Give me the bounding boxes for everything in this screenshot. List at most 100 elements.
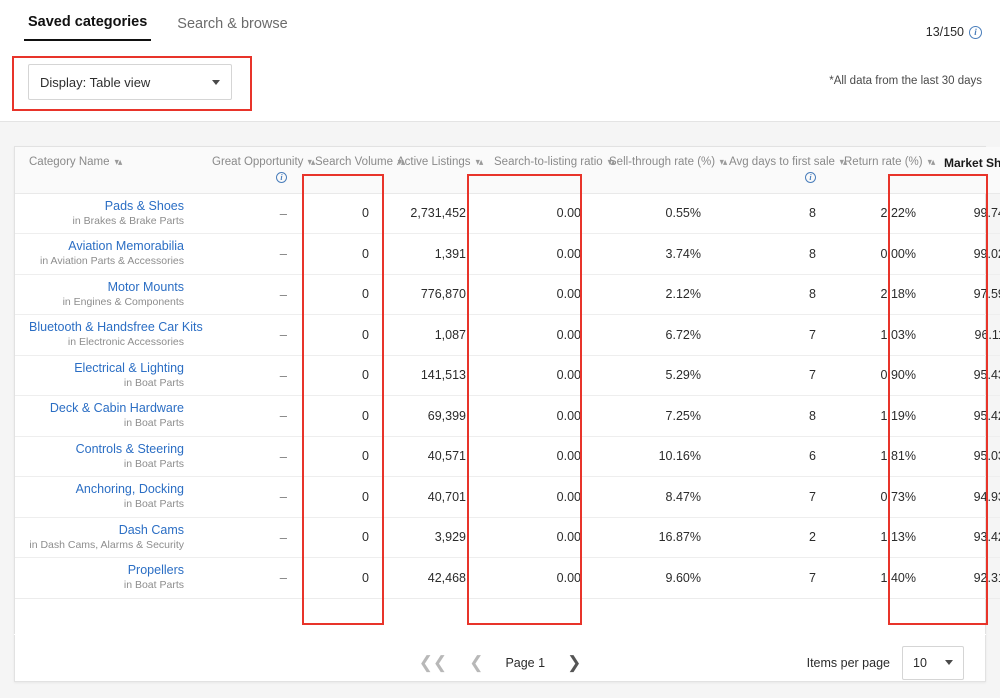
tab-saved-categories[interactable]: Saved categories [24, 10, 151, 41]
cell-active-listings: 1,391 [383, 234, 480, 275]
cell-market-share: 96.11% [930, 315, 1000, 356]
cell-market-share: 99.74% [930, 193, 1000, 234]
first-page-button[interactable]: ❮❮ [419, 654, 448, 671]
header-panel: Saved categories Search & browse 13/150 … [0, 0, 1000, 122]
page-root: Saved categories Search & browse 13/150 … [0, 0, 1000, 698]
col-header-sell-through-rate[interactable]: Sell-through rate (%) ▾▴ [595, 147, 715, 193]
cell-market-share: 95.42% [930, 396, 1000, 437]
col-header-great-opportunity[interactable]: Great Opportunity ▾▴ i [198, 147, 301, 193]
category-link[interactable]: Pads & Shoes [29, 199, 184, 214]
pagination-bar: ❮❮ ❮ Page 1 ❯ Items per page 10 [14, 634, 986, 690]
category-parent: in Aviation Parts & Accessories [29, 254, 184, 268]
cell-great-opportunity: – [198, 396, 301, 437]
cell-sell-through-rate: 2.12% [595, 274, 715, 315]
cell-search-to-listing-ratio: 0.00 [480, 436, 595, 477]
table-row: Pads & Shoesin Brakes & Brake Parts–02,7… [15, 193, 1000, 234]
info-icon[interactable]: i [276, 172, 287, 183]
table-row: Anchoring, Dockingin Boat Parts–040,7010… [15, 477, 1000, 518]
cell-market-share: 95.43% [930, 355, 1000, 396]
counter-value: 13/150 [926, 25, 964, 39]
category-link[interactable]: Electrical & Lighting [29, 361, 184, 376]
cell-sell-through-rate: 6.72% [595, 315, 715, 356]
cell-search-to-listing-ratio: 0.00 [480, 396, 595, 437]
cell-return-rate: 0.00% [830, 234, 930, 275]
table-row: Deck & Cabin Hardwarein Boat Parts–069,3… [15, 396, 1000, 437]
cell-active-listings: 40,571 [383, 436, 480, 477]
col-label: Sell-through rate (%) [609, 156, 715, 168]
category-parent: in Engines & Components [29, 295, 184, 309]
cell-sell-through-rate: 0.55% [595, 193, 715, 234]
cell-avg-days-to-first-sale: 8 [715, 234, 830, 275]
cell-great-opportunity: – [198, 274, 301, 315]
cell-return-rate: 1.81% [830, 436, 930, 477]
sort-arrows-icon[interactable]: ▾▴ [720, 158, 727, 167]
col-header-search-volume[interactable]: Search Volume ▾▴ [301, 147, 383, 193]
sort-arrows-icon[interactable]: ▾▴ [398, 158, 405, 167]
col-label: Search Volume [315, 156, 393, 168]
cell-category: Electrical & Lightingin Boat Parts [15, 355, 198, 396]
sort-arrows-icon[interactable]: ▾▴ [927, 158, 934, 167]
cell-category: Anchoring, Dockingin Boat Parts [15, 477, 198, 518]
col-header-search-to-listing-ratio[interactable]: Search-to-listing ratio ▾▴ [480, 147, 595, 193]
cell-market-share: 94.93% [930, 477, 1000, 518]
cell-avg-days-to-first-sale: 7 [715, 477, 830, 518]
category-link[interactable]: Dash Cams [29, 523, 184, 538]
cell-active-listings: 776,870 [383, 274, 480, 315]
sort-arrows-icon[interactable]: ▾▴ [114, 158, 121, 167]
cell-search-volume: 0 [301, 396, 383, 437]
cell-return-rate: 0.73% [830, 477, 930, 518]
cell-active-listings: 69,399 [383, 396, 480, 437]
col-header-market-share[interactable]: Market Share i [930, 147, 1000, 193]
cell-category: Pads & Shoesin Brakes & Brake Parts [15, 193, 198, 234]
col-header-avg-days-to-first-sale[interactable]: Avg days to first sale ▾▴ i [715, 147, 830, 193]
category-parent: in Boat Parts [29, 416, 184, 430]
table-row: Aviation Memorabiliain Aviation Parts & … [15, 234, 1000, 275]
cell-active-listings: 3,929 [383, 517, 480, 558]
cell-active-listings: 42,468 [383, 558, 480, 599]
info-icon[interactable]: i [969, 26, 982, 39]
category-link[interactable]: Anchoring, Docking [29, 482, 184, 497]
sort-arrows-icon[interactable]: ▾▴ [308, 158, 315, 167]
category-parent: in Dash Cams, Alarms & Security [29, 538, 184, 552]
cell-sell-through-rate: 7.25% [595, 396, 715, 437]
category-link[interactable]: Propellers [29, 563, 184, 578]
cell-category: Controls & Steeringin Boat Parts [15, 436, 198, 477]
category-link[interactable]: Deck & Cabin Hardware [29, 401, 184, 416]
table-header-row: Category Name ▾▴ Great Opportunity ▾▴ i [15, 147, 1000, 193]
cell-search-to-listing-ratio: 0.00 [480, 193, 595, 234]
next-page-button[interactable]: ❯ [567, 654, 581, 671]
category-link[interactable]: Motor Mounts [29, 280, 184, 295]
sort-arrows-icon[interactable]: ▾▴ [607, 158, 614, 167]
col-header-category-name[interactable]: Category Name ▾▴ [15, 147, 198, 193]
col-header-active-listings[interactable]: Active Listings ▾▴ [383, 147, 480, 193]
display-view-select[interactable]: Display: Table view [28, 64, 232, 100]
col-label: Great Opportunity [212, 156, 303, 168]
category-link[interactable]: Controls & Steering [29, 442, 184, 457]
cell-active-listings: 141,513 [383, 355, 480, 396]
sort-arrows-icon[interactable]: ▾▴ [840, 158, 847, 167]
category-link[interactable]: Bluetooth & Handsfree Car Kits [29, 320, 184, 335]
prev-page-button[interactable]: ❮ [469, 654, 483, 671]
items-per-page-select[interactable]: 10 [902, 646, 964, 680]
cell-sell-through-rate: 8.47% [595, 477, 715, 518]
cell-great-opportunity: – [198, 234, 301, 275]
info-icon[interactable]: i [805, 172, 816, 183]
items-per-page-value: 10 [913, 656, 927, 670]
sort-arrows-icon[interactable]: ▾▴ [475, 158, 482, 167]
page-label: Page 1 [505, 656, 545, 670]
cell-category: Motor Mountsin Engines & Components [15, 274, 198, 315]
cell-category: Aviation Memorabiliain Aviation Parts & … [15, 234, 198, 275]
cell-return-rate: 2.22% [830, 193, 930, 234]
col-header-return-rate[interactable]: Return rate (%) ▾▴ [830, 147, 930, 193]
cell-search-volume: 0 [301, 436, 383, 477]
cell-search-to-listing-ratio: 0.00 [480, 315, 595, 356]
table-row: Controls & Steeringin Boat Parts–040,571… [15, 436, 1000, 477]
cell-search-volume: 0 [301, 477, 383, 518]
cell-return-rate: 1.13% [830, 517, 930, 558]
col-label: Market Share [944, 156, 1000, 170]
category-link[interactable]: Aviation Memorabilia [29, 239, 184, 254]
items-per-page-label: Items per page [807, 656, 890, 670]
cell-return-rate: 1.03% [830, 315, 930, 356]
tab-search-browse[interactable]: Search & browse [173, 12, 305, 41]
chevron-down-icon [212, 80, 220, 85]
